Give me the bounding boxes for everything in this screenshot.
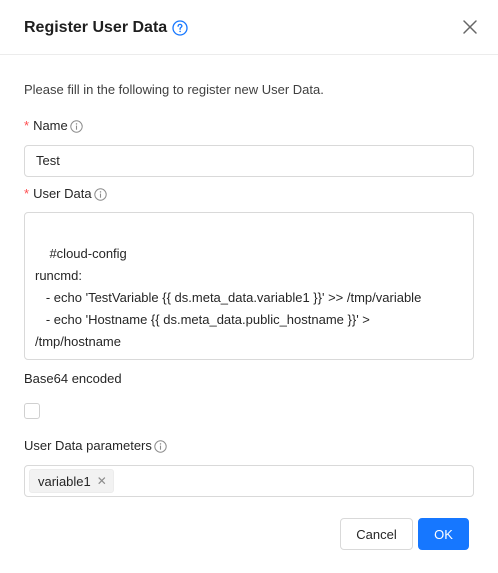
user-data-label-text: User Data xyxy=(33,186,92,201)
name-label: * Name xyxy=(24,117,83,135)
register-user-data-dialog: Register User Data Please fill in the fo… xyxy=(0,0,498,573)
intro-text: Please fill in the following to register… xyxy=(24,82,324,97)
user-data-label: * User Data xyxy=(24,185,107,203)
required-mark: * xyxy=(24,118,30,133)
dialog-header: Register User Data xyxy=(0,0,498,55)
parameter-tag-label: variable1 xyxy=(38,473,91,489)
close-icon[interactable] xyxy=(462,19,478,35)
parameters-tag-input[interactable]: variable1 ✕ xyxy=(24,465,474,497)
info-circle-icon[interactable] xyxy=(93,187,107,201)
question-circle-icon[interactable] xyxy=(172,20,188,36)
info-circle-icon[interactable] xyxy=(70,119,83,133)
resize-grip-icon[interactable] xyxy=(462,348,471,357)
dialog-title-text: Register User Data xyxy=(24,19,168,36)
parameter-tag: variable1 ✕ xyxy=(29,469,114,493)
ok-button[interactable]: OK xyxy=(418,518,469,550)
base64-label: Base64 encoded xyxy=(24,371,122,386)
name-input[interactable]: Test xyxy=(24,145,474,177)
tag-close-icon[interactable]: ✕ xyxy=(97,475,107,487)
cancel-button[interactable]: Cancel xyxy=(340,518,413,550)
user-data-text: #cloud-config runcmd: - echo 'TestVariab… xyxy=(35,246,422,349)
user-data-textarea[interactable]: #cloud-config runcmd: - echo 'TestVariab… xyxy=(24,212,474,360)
parameters-label: User Data parameters xyxy=(24,437,167,455)
name-label-text: Name xyxy=(33,118,68,133)
base64-checkbox[interactable] xyxy=(24,403,40,419)
required-mark: * xyxy=(24,186,30,201)
parameters-label-text: User Data parameters xyxy=(24,438,152,453)
dialog-title: Register User Data xyxy=(24,17,188,39)
info-circle-icon[interactable] xyxy=(154,439,167,453)
